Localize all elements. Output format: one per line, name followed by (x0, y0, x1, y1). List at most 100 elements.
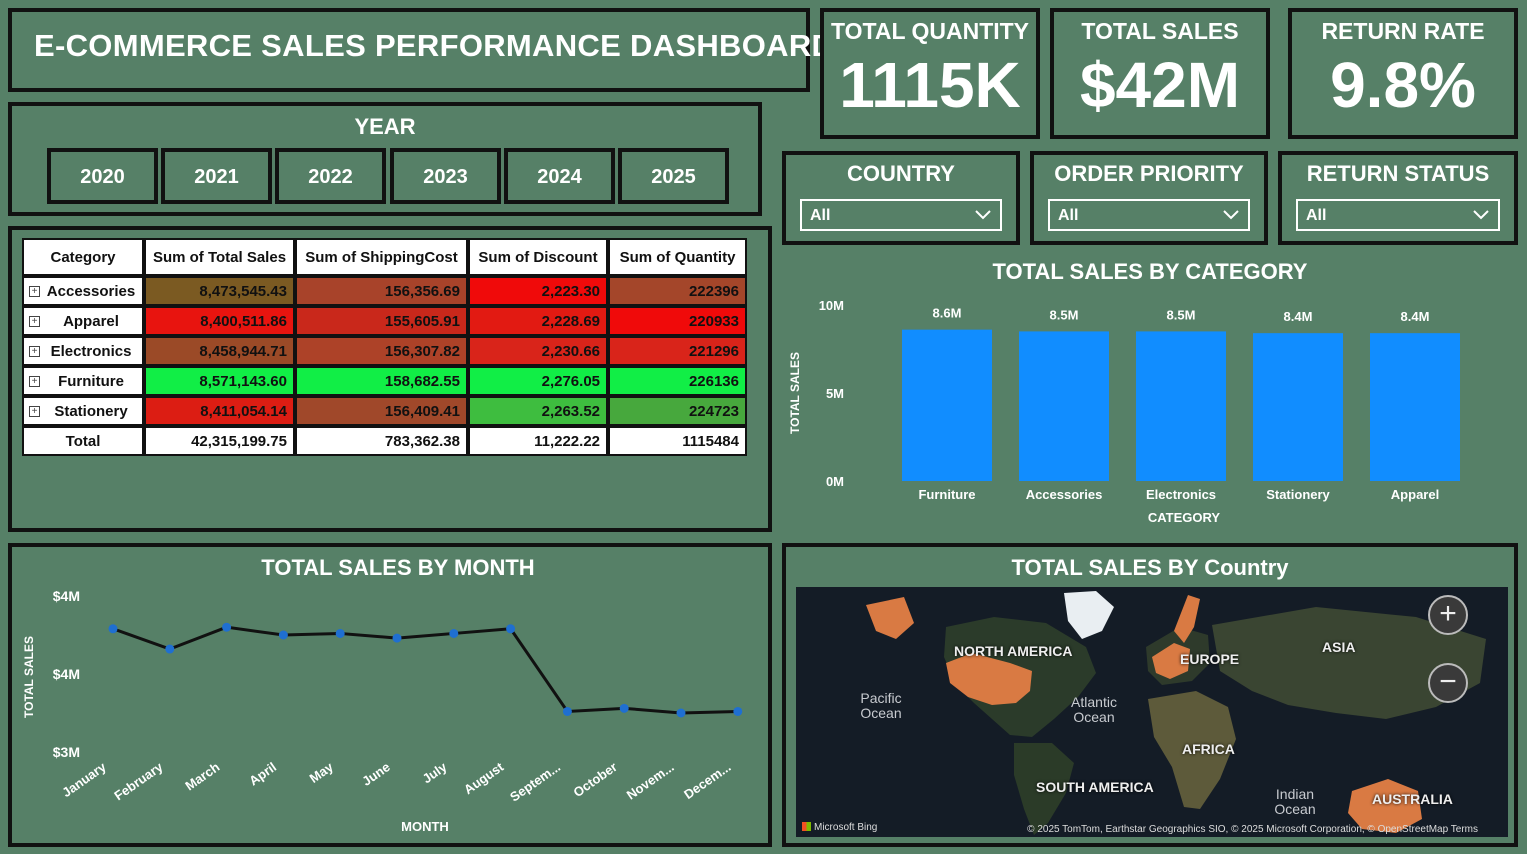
y-axis-label: TOTAL SALES (788, 352, 802, 434)
return-status-dropdown-value: All (1306, 207, 1327, 224)
matrix-category-cell[interactable]: + Electronics (22, 336, 144, 366)
sales-line (112, 625, 738, 715)
matrix-category-label: Apparel (63, 312, 119, 330)
matrix-category-cell[interactable]: + Accessories (22, 276, 144, 306)
data-label: 8.6M (933, 306, 962, 321)
matrix-category-cell[interactable]: + Apparel (22, 306, 144, 336)
table-row[interactable]: + Furniture 8,571,143.60 158,682.55 2,276.05… (22, 366, 747, 396)
sales-by-category-chart: TOTAL SALES BY CATEGORY 0M 5M 10M TOTAL SALE… (782, 255, 1518, 531)
country-slicer: COUNTRY All (782, 151, 1020, 245)
line-chart-svg: TOTAL SALES BY MONTH $3M $4M $4M TOTAL SALES… (22, 555, 743, 834)
year-button-2021[interactable]: 2021 (161, 148, 272, 204)
matrix-header[interactable]: Sum of Discount (468, 238, 608, 276)
zoom-in-button[interactable]: + (1428, 595, 1468, 635)
year-button-2024[interactable]: 2024 (504, 148, 615, 204)
sales-by-country-map-panel: TOTAL SALES BY Country NORTH AMERICA EUR… (782, 543, 1518, 847)
map-label-north-america: NORTH AMERICA (954, 643, 1073, 659)
kpi-value: 1115K (839, 49, 1021, 121)
country-dropdown-value: All (810, 207, 831, 224)
data-point (392, 633, 402, 643)
expand-icon[interactable]: + (29, 406, 40, 417)
zoom-out-button[interactable]: − (1428, 663, 1468, 703)
y-tick-label: $3M (53, 744, 80, 760)
y-tick-label: 10M (819, 298, 844, 313)
x-axis-label: MONTH (401, 819, 449, 834)
map-attribution[interactable]: © 2025 TomTom, Earthstar Geographics SIO… (1027, 824, 1478, 835)
expand-icon[interactable]: + (29, 376, 40, 387)
country-slicer-label: COUNTRY (847, 161, 955, 186)
expand-icon[interactable]: + (29, 346, 40, 357)
table-row[interactable]: + Apparel 8,400,511.86 155,605.91 2,228.69 22… (22, 306, 747, 336)
table-row[interactable]: + Stationery 8,411,054.14 156,409.41 2,263.5… (22, 396, 747, 426)
country-dropdown[interactable]: All (800, 199, 1002, 231)
y-tick-label: $4M (53, 666, 80, 682)
chevron-down-icon (1473, 210, 1489, 220)
year-button-2025[interactable]: 2025 (618, 148, 729, 204)
map-label-indian: Indian Ocean (1274, 786, 1316, 817)
map-label-europe: EUROPE (1180, 651, 1240, 667)
x-tick-label: Decem... (681, 759, 733, 802)
kpi-total-sales: TOTAL SALES $42M (1050, 8, 1270, 139)
matrix-header[interactable]: Sum of ShippingCost (295, 238, 468, 276)
matrix-category-label: Furniture (58, 372, 124, 390)
matrix-value-cell: 222396 (608, 276, 747, 306)
chart-title: TOTAL SALES BY CATEGORY (993, 259, 1308, 284)
matrix-header[interactable]: Sum of Quantity (608, 238, 747, 276)
chart-title: TOTAL SALES BY MONTH (261, 555, 534, 580)
x-tick-label: May (307, 759, 337, 786)
map-provider: Microsoft Bing (802, 822, 877, 833)
return-status-slicer: RETURN STATUS All (1278, 151, 1518, 245)
matrix-category-cell[interactable]: + Furniture (22, 366, 144, 396)
y-tick-label: 0M (826, 474, 844, 489)
data-point (335, 628, 345, 638)
windows-logo-icon (802, 822, 811, 831)
x-tick-label: Furniture (918, 487, 975, 502)
x-tick-label: Stationery (1266, 487, 1330, 502)
table-row[interactable]: + Accessories 8,473,545.43 156,356.69 2,223.… (22, 276, 747, 306)
order-priority-dropdown-value: All (1058, 207, 1079, 224)
matrix-value-cell: 224723 (608, 396, 747, 426)
x-tick-label: Septem... (507, 759, 563, 804)
matrix-value-cell: 8,473,545.43 (144, 276, 295, 306)
matrix-header[interactable]: Sum of Total Sales (144, 238, 295, 276)
matrix-value-cell: 158,682.55 (295, 366, 468, 396)
kpi-label: TOTAL SALES (1081, 18, 1239, 44)
return-status-slicer-label: RETURN STATUS (1306, 161, 1490, 186)
data-point (619, 703, 629, 713)
year-button-2020[interactable]: 2020 (47, 148, 158, 204)
chevron-down-icon (1223, 210, 1239, 220)
matrix-value-cell: 156,356.69 (295, 276, 468, 306)
matrix-header[interactable]: Category (22, 238, 144, 276)
matrix-category-label: Accessories (46, 282, 136, 300)
y-tick-label: 5M (826, 386, 844, 401)
alaska-highlight (866, 597, 914, 639)
category-matrix-panel: Category Sum of Total Sales Sum of Shipp… (8, 226, 772, 532)
matrix-value-cell: 2,276.05 (468, 366, 608, 396)
matrix-value-cell: 2,228.69 (468, 306, 608, 336)
kpi-label: RETURN RATE (1321, 18, 1485, 44)
kpi-value: 9.8% (1330, 49, 1476, 121)
x-tick-label: Apparel (1391, 487, 1439, 502)
expand-icon[interactable]: + (29, 286, 40, 297)
kpi-return-rate: RETURN RATE 9.8% (1288, 8, 1518, 139)
table-row[interactable]: + Electronics 8,458,944.71 156,307.82 2,230.… (22, 336, 747, 366)
map-label-asia: ASIA (1322, 639, 1356, 655)
map-label-south-america: SOUTH AMERICA (1036, 779, 1154, 795)
year-button-2022[interactable]: 2022 (275, 148, 386, 204)
map-label-atlantic: Atlantic Ocean (1071, 694, 1117, 725)
map-label-australia: AUSTRALIA (1372, 791, 1453, 807)
category-matrix: Category Sum of Total Sales Sum of Shipp… (22, 238, 747, 456)
return-status-dropdown[interactable]: All (1296, 199, 1500, 231)
data-point (733, 706, 743, 716)
x-axis-label: CATEGORY (1148, 510, 1221, 525)
order-priority-dropdown[interactable]: All (1048, 199, 1250, 231)
x-tick-label: Electronics (1146, 487, 1216, 502)
expand-icon[interactable]: + (29, 316, 40, 327)
matrix-category-cell[interactable]: + Stationery (22, 396, 144, 426)
world-map[interactable]: NORTH AMERICA EUROPE ASIA AFRICA SOUTH A… (796, 587, 1508, 837)
kpi-label: TOTAL QUANTITY (830, 18, 1030, 44)
data-point (278, 630, 288, 640)
year-button-2023[interactable]: 2023 (390, 148, 501, 204)
data-label: 8.5M (1167, 307, 1196, 322)
x-tick-label: January (59, 759, 109, 800)
